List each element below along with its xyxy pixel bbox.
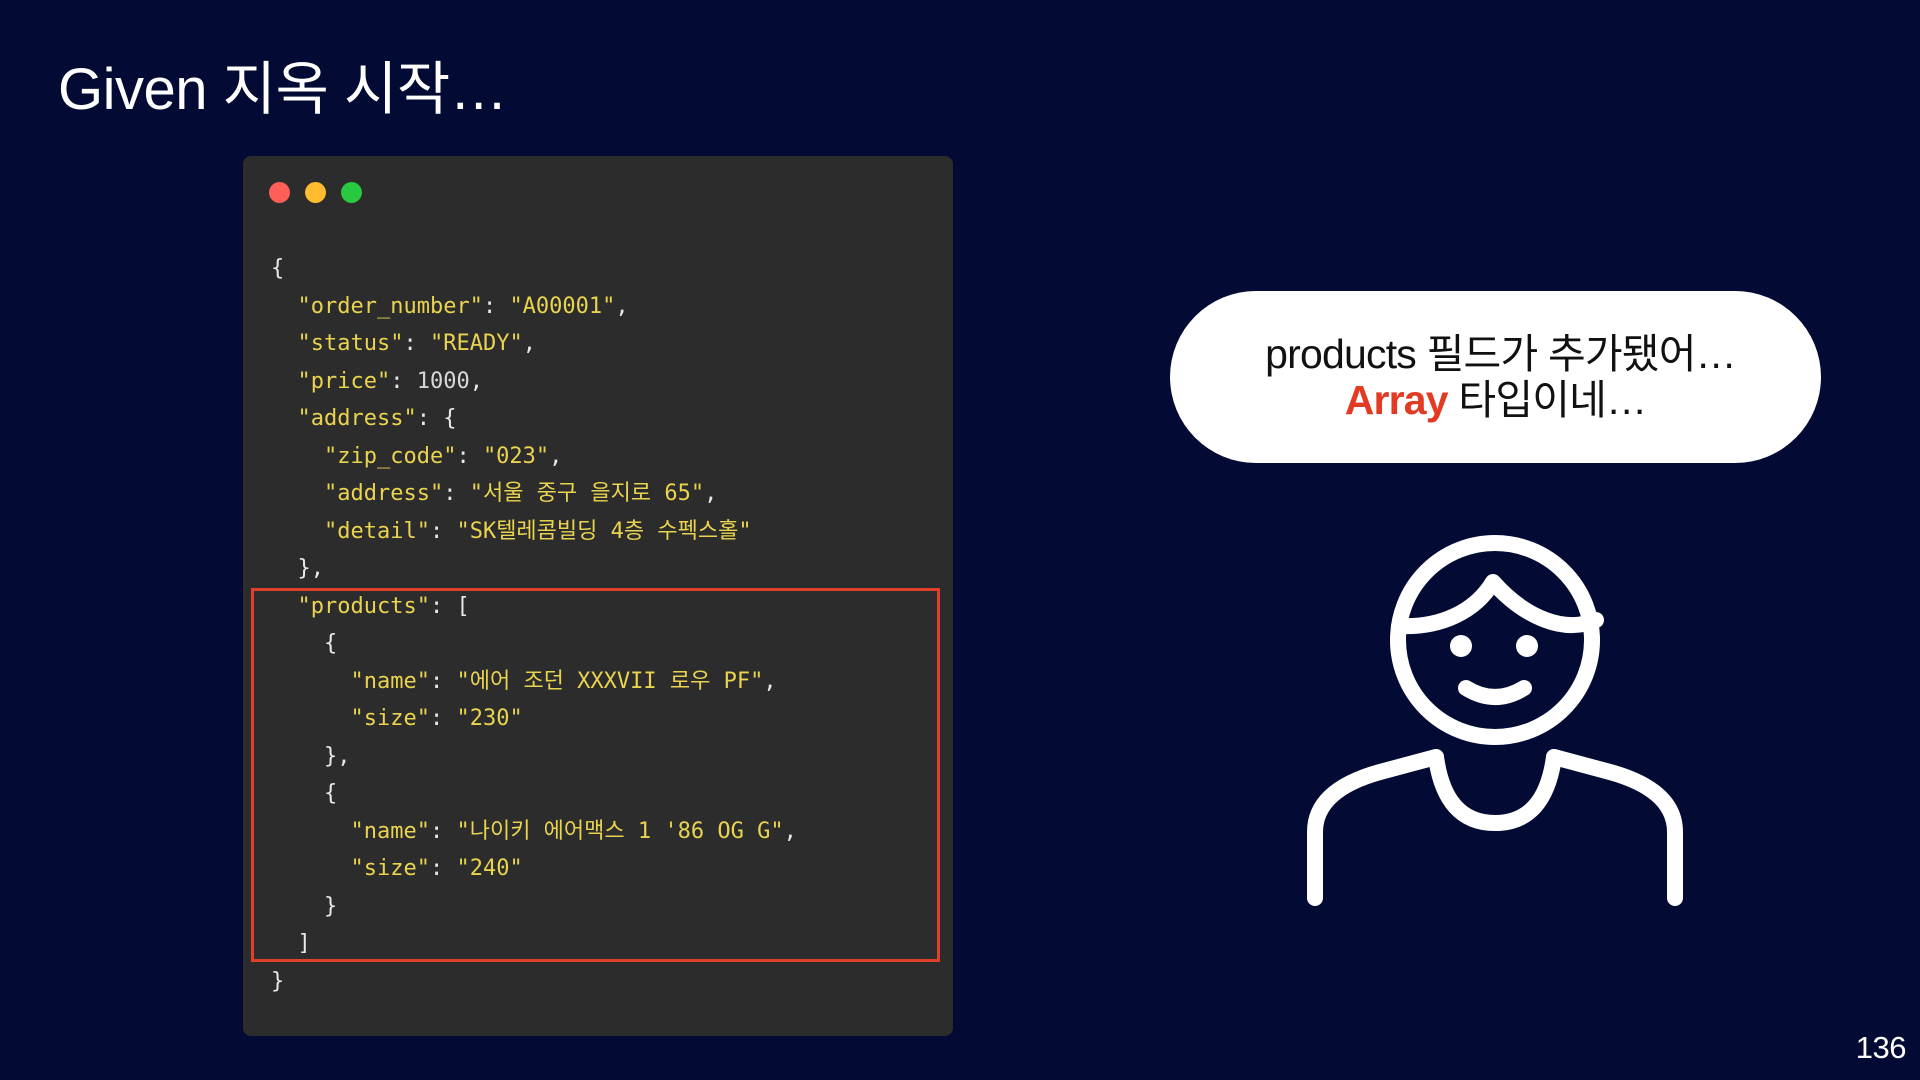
head-outline [1390, 535, 1600, 745]
json-number: 1000 [416, 368, 470, 394]
code-line: "address": { [271, 400, 797, 438]
bubble-line-2-rest: 타입이네… [1447, 377, 1647, 423]
code-line: "status": "READY", [271, 325, 797, 363]
json-key: "address" [297, 406, 417, 431]
json-punct: , [615, 293, 629, 319]
json-punct: : [456, 443, 483, 469]
speech-bubble: products 필드가 추가됐어… Array 타입이네… [1170, 291, 1821, 463]
json-punct [271, 519, 324, 544]
json-string: "READY" [429, 331, 523, 356]
json-punct [271, 369, 298, 394]
code-line: { [271, 250, 797, 288]
products-highlight-box [251, 588, 940, 962]
code-line: }, [271, 550, 797, 588]
json-string: "SK텔레콤빌딩 4층 수펙스홀" [456, 518, 752, 544]
json-punct: , [469, 368, 483, 394]
json-string: "A00001" [509, 293, 616, 319]
bubble-line-2: Array 타입이네… [1345, 377, 1647, 423]
json-string: "서울 중구 을지로 65" [469, 481, 705, 506]
code-line: "address": "서울 중구 을지로 65", [271, 475, 797, 513]
code-line: "zip_code": "023", [271, 438, 797, 476]
maximize-dot-icon [341, 182, 362, 203]
json-punct [271, 331, 298, 356]
json-key: "detail" [323, 518, 430, 544]
json-punct: : [443, 481, 470, 506]
bubble-line-1: products 필드가 추가됐어… [1265, 331, 1736, 377]
json-punct: : [429, 518, 457, 544]
hair-line [1391, 574, 1604, 635]
json-punct: { [271, 256, 285, 281]
code-line: "price": 1000, [271, 363, 797, 401]
json-punct [271, 444, 324, 469]
close-dot-icon [269, 182, 290, 203]
json-punct: : [390, 368, 417, 394]
json-key: "price" [297, 368, 391, 394]
array-keyword: Array [1344, 377, 1449, 423]
neck-collar [1428, 749, 1562, 831]
json-key: "status" [297, 331, 404, 356]
json-punct: }, [271, 556, 324, 581]
json-key: "order_number" [297, 293, 483, 319]
json-punct: , [549, 443, 563, 469]
smile [1458, 680, 1532, 705]
code-line: "detail": "SK텔레콤빌딩 4층 수펙스홀" [271, 513, 797, 551]
json-punct: : [482, 293, 510, 319]
json-punct [271, 406, 298, 431]
code-line: "order_number": "A00001", [271, 288, 797, 326]
json-punct: , [704, 481, 718, 506]
json-punct [271, 294, 298, 319]
json-punct: : [403, 331, 430, 356]
json-punct: : { [416, 406, 457, 431]
left-shoulder [1307, 749, 1444, 906]
slide-title: Given 지옥 시작… [58, 57, 508, 122]
right-eye [1516, 635, 1538, 657]
minimize-dot-icon [305, 182, 326, 203]
json-key: "zip_code" [323, 443, 457, 469]
page-number: 136 [1855, 1030, 1907, 1065]
right-shoulder [1546, 749, 1683, 906]
json-punct [271, 481, 324, 506]
code-line: } [271, 963, 797, 1001]
json-punct: , [522, 331, 536, 356]
json-key: "address" [323, 481, 444, 506]
person-outline-icon [1307, 535, 1683, 906]
json-punct: } [271, 968, 285, 994]
code-window: { "order_number": "A00001", "status": "R… [243, 156, 953, 1036]
json-string: "023" [482, 443, 550, 469]
left-eye [1450, 635, 1472, 657]
